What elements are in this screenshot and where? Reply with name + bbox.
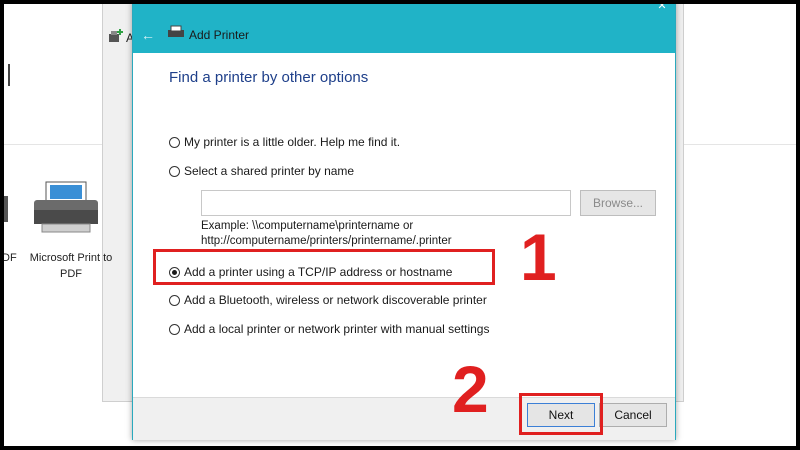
radio-shared-printer[interactable] xyxy=(169,165,180,177)
background-device-fragment xyxy=(4,64,10,86)
background-device-label: DF xyxy=(4,252,17,264)
option-label: Select a shared printer by name xyxy=(184,164,355,178)
close-icon[interactable]: ✕ xyxy=(651,4,673,12)
example-text: Example: \\computername\printername or h… xyxy=(201,219,452,249)
radio-older-printer[interactable] xyxy=(169,136,180,148)
highlight-next-button xyxy=(519,393,603,435)
add-printer-dialog: ← Add Printer ✕ Find a printer by other … xyxy=(132,4,676,440)
option-local-printer[interactable]: Add a local printer or network printer w… xyxy=(169,322,489,336)
screenshot-frame: A DF Microsoft Print to PDF ← Add Printe… xyxy=(4,4,796,446)
radio-local-printer[interactable] xyxy=(169,323,180,335)
cancel-button[interactable]: Cancel xyxy=(599,403,667,427)
add-device-icon[interactable] xyxy=(108,28,124,44)
page-heading: Find a printer by other options xyxy=(169,69,369,86)
back-arrow-icon[interactable]: ← xyxy=(141,27,155,43)
option-shared-printer[interactable]: Select a shared printer by name xyxy=(169,164,354,178)
example-line-2: http://computername/printers/printername… xyxy=(201,235,452,247)
shared-printer-name-input[interactable] xyxy=(201,190,571,216)
radio-bluetooth[interactable] xyxy=(169,294,180,306)
add-printer-icon xyxy=(168,25,184,37)
step-2-annotation: 2 xyxy=(452,352,489,426)
background-device-fragment-2 xyxy=(4,196,8,222)
step-1-annotation: 1 xyxy=(520,220,557,294)
browse-button[interactable]: Browse... xyxy=(580,190,656,216)
dialog-title: Add Printer xyxy=(189,28,250,42)
option-label: Add a local printer or network printer w… xyxy=(184,322,490,336)
printer-icon[interactable] xyxy=(32,180,100,236)
option-bluetooth[interactable]: Add a Bluetooth, wireless or network dis… xyxy=(169,293,487,307)
example-line-1: Example: \\computername\printername or xyxy=(201,220,414,232)
printer-label[interactable]: Microsoft Print to PDF xyxy=(26,250,116,282)
highlight-tcpip-option xyxy=(153,249,495,285)
option-older-printer[interactable]: My printer is a little older. Help me fi… xyxy=(169,135,400,149)
option-label: My printer is a little older. Help me fi… xyxy=(184,135,401,149)
option-label: Add a Bluetooth, wireless or network dis… xyxy=(184,293,487,307)
